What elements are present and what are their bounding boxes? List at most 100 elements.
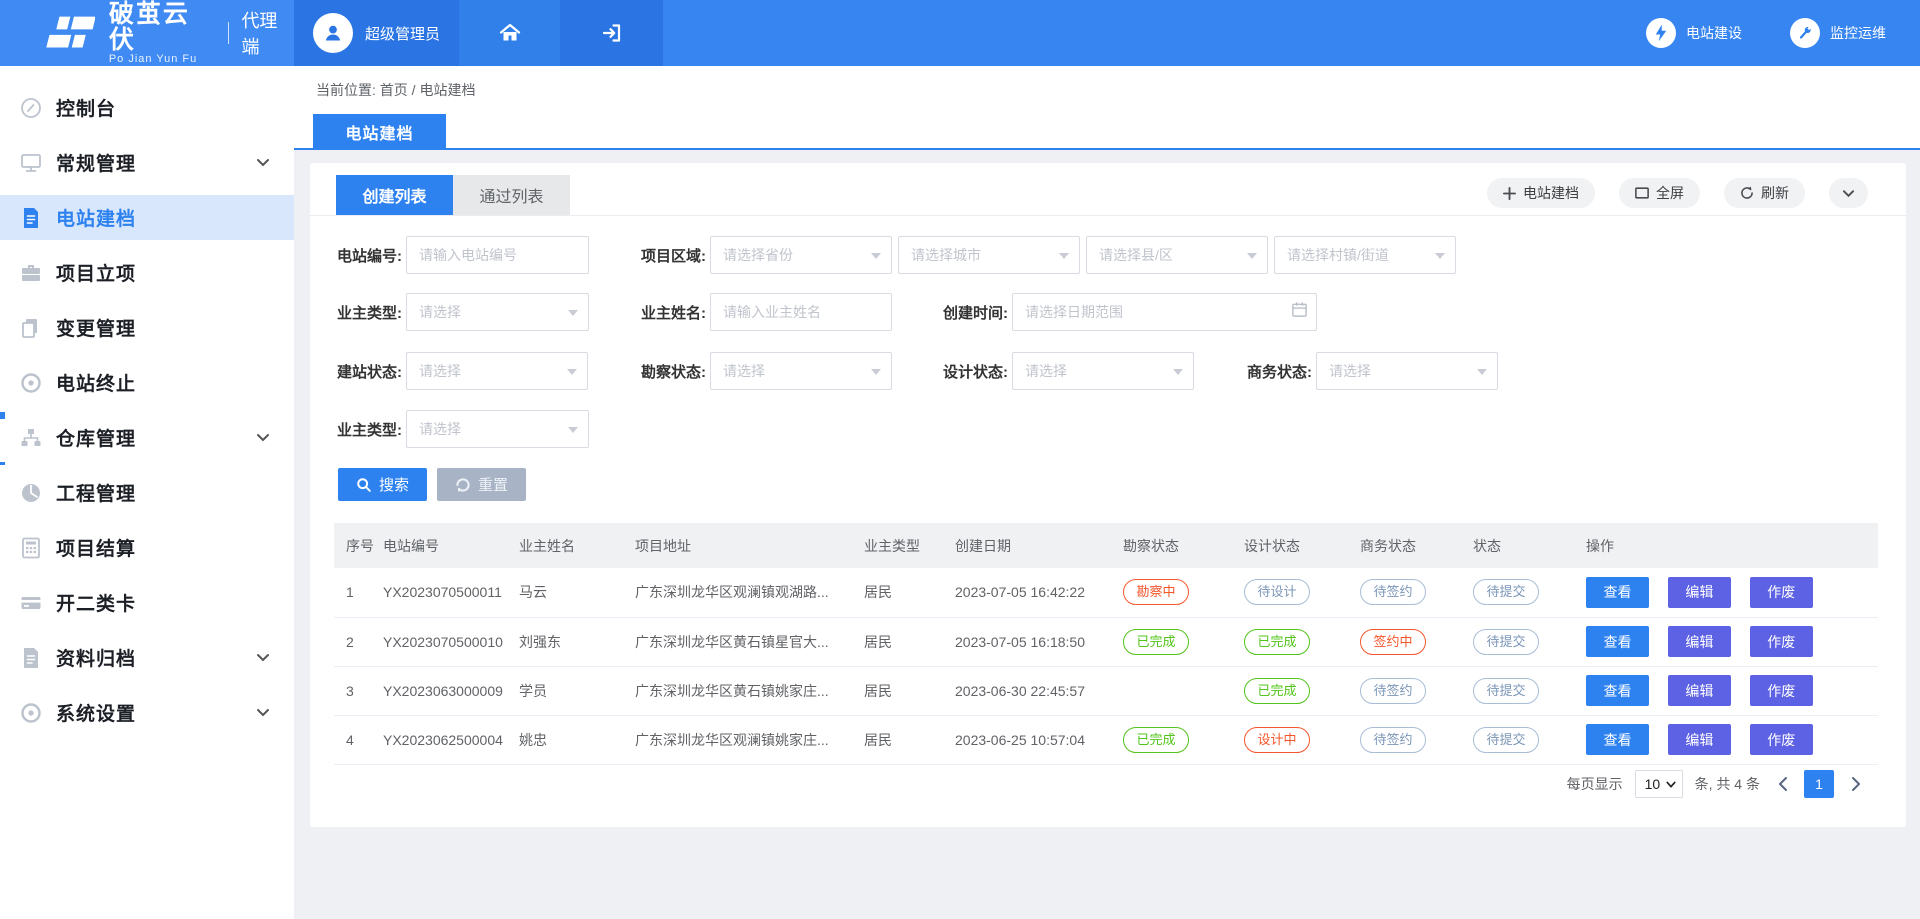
chevron-down-icon [256, 433, 270, 442]
chevron-down-icon [256, 158, 270, 167]
home-button[interactable] [459, 0, 560, 66]
view-button[interactable]: 查看 [1586, 577, 1649, 608]
fullscreen-button[interactable]: 全屏 [1619, 178, 1700, 208]
nav-station-build[interactable]: 电站建设 [1646, 18, 1742, 48]
nav-label: 电站建设 [1686, 23, 1742, 43]
breadcrumb-separator: / [412, 82, 416, 98]
table-row: 3 YX2023063000009 学员 广东深圳龙华区黄石镇姚家庄... 居民… [334, 666, 1878, 715]
sidebar-item-station-termination[interactable]: 电站终止 [0, 355, 294, 410]
view-button[interactable]: 查看 [1586, 626, 1649, 657]
sidebar-item-system-settings[interactable]: 系统设置 [0, 685, 294, 740]
void-button[interactable]: 作废 [1750, 724, 1813, 755]
edit-button[interactable]: 编辑 [1668, 577, 1731, 608]
owner-type2-select[interactable]: 请选择 [406, 410, 589, 448]
design-status-label: 设计状态: [940, 361, 1008, 382]
sidebar-item-data-archive[interactable]: 资料归档 [0, 630, 294, 685]
sidebar-item-project-settlement[interactable]: 项目结算 [0, 520, 294, 575]
business-status-badge: 待签约 [1360, 727, 1426, 753]
survey-status-badge: 勘察中 [1123, 579, 1189, 605]
business-status-badge: 待签约 [1360, 579, 1426, 605]
logo-subtitle: Po Jian Yun Fu [109, 53, 215, 65]
town-select[interactable]: 请选择村镇/街道 [1274, 236, 1456, 274]
view-button[interactable]: 查看 [1586, 675, 1649, 706]
county-select[interactable]: 请选择县/区 [1086, 236, 1268, 274]
nav-monitor-ops[interactable]: 监控运维 [1790, 18, 1886, 48]
calculator-icon [19, 536, 43, 560]
divider [228, 22, 229, 44]
sitemap-icon [19, 426, 43, 450]
search-icon [356, 477, 372, 493]
sidebar-item-project-initiation[interactable]: 项目立项 [0, 245, 294, 300]
table-header-row: 序号 电站编号 业主姓名 项目地址 业主类型 创建日期 勘察状态 设计状态 商务… [334, 523, 1878, 568]
logout-button[interactable] [560, 0, 663, 66]
sidebar-item-open-class2-card[interactable]: 开二类卡 [0, 575, 294, 630]
gauge-icon [19, 481, 43, 505]
void-button[interactable]: 作废 [1750, 626, 1813, 657]
sidebar-item-station-filing[interactable]: 电站建档 [0, 190, 294, 245]
chevron-down-icon [256, 653, 270, 662]
calendar-icon [1291, 301, 1308, 318]
sidebar-item-general-mgmt[interactable]: 常规管理 [0, 135, 294, 190]
logo-mark-icon [44, 13, 95, 53]
page-tab-station-filing[interactable]: 电站建档 [313, 114, 446, 150]
next-page-button[interactable] [1846, 774, 1866, 794]
table-row: 4 YX2023062500004 姚忠 广东深圳龙华区观澜镇姚家庄... 居民… [334, 715, 1878, 764]
owner-type-select[interactable]: 请选择 [406, 293, 589, 331]
stations-table: 序号 电站编号 业主姓名 项目地址 业主类型 创建日期 勘察状态 设计状态 商务… [334, 523, 1878, 765]
per-page-select[interactable]: 10 [1635, 770, 1683, 798]
owner-type-label: 业主类型: [334, 302, 402, 323]
city-select[interactable]: 请选择城市 [898, 236, 1080, 274]
edit-button[interactable]: 编辑 [1668, 675, 1731, 706]
edit-button[interactable]: 编辑 [1668, 626, 1731, 657]
breadcrumb-current: 电站建档 [419, 82, 475, 98]
monitor-icon [19, 151, 43, 175]
design-status-select[interactable]: 请选择 [1012, 352, 1194, 390]
search-button[interactable]: 搜索 [338, 468, 427, 501]
design-status-badge: 已完成 [1244, 678, 1310, 704]
view-button[interactable]: 查看 [1586, 724, 1649, 755]
sidebar-item-warehouse-mgmt[interactable]: 仓库管理 [0, 410, 294, 465]
refresh-button[interactable]: 刷新 [1724, 178, 1805, 208]
sidebar-scrollbar-mark [0, 412, 5, 419]
file-icon [19, 646, 43, 670]
per-page-label: 每页显示 [1567, 774, 1623, 794]
owner-name-input[interactable] [710, 293, 892, 331]
user-name: 超级管理员 [365, 23, 440, 44]
owner-type2-label: 业主类型: [334, 419, 402, 440]
void-button[interactable]: 作废 [1750, 675, 1813, 706]
build-status-select[interactable]: 请选择 [406, 352, 588, 390]
create-time-label: 创建时间: [940, 302, 1008, 323]
void-button[interactable]: 作废 [1750, 577, 1813, 608]
edit-button[interactable]: 编辑 [1668, 724, 1731, 755]
sidebar-item-engineering-mgmt[interactable]: 工程管理 [0, 465, 294, 520]
document-icon [19, 206, 43, 230]
caret-down-icon [1666, 781, 1676, 788]
refresh-icon [1740, 186, 1754, 200]
breadcrumb-home-link[interactable]: 首页 [380, 82, 408, 98]
col-actions: 操作 [1574, 523, 1878, 568]
tab-create-list[interactable]: 创建列表 [336, 175, 453, 215]
tab-passed-list[interactable]: 通过列表 [453, 175, 570, 215]
breadcrumb-band: 当前位置: 首页 / 电站建档 电站建档 [294, 66, 1920, 150]
sidebar-item-change-mgmt[interactable]: 变更管理 [0, 300, 294, 355]
province-select[interactable]: 请选择省份 [710, 236, 892, 274]
logout-icon [600, 21, 624, 45]
page-number-button[interactable]: 1 [1804, 770, 1834, 798]
reset-button[interactable]: 重置 [437, 468, 526, 501]
sidebar-item-dashboard[interactable]: 控制台 [0, 80, 294, 135]
col-type: 业主类型 [852, 523, 943, 568]
caret-down-icon [1059, 253, 1069, 259]
biz-status-label: 商务状态: [1244, 361, 1312, 382]
collapse-toolbar-button[interactable] [1829, 178, 1868, 208]
create-station-button[interactable]: 电站建档 [1487, 178, 1595, 208]
caret-down-icon [1173, 369, 1183, 375]
sidebar-scrollbar-mark [0, 462, 5, 465]
survey-status-select[interactable]: 请选择 [710, 352, 892, 390]
current-user[interactable]: 超级管理员 [294, 0, 459, 66]
prev-page-button[interactable] [1772, 774, 1792, 794]
caret-down-icon [567, 369, 577, 375]
station-no-input[interactable] [406, 236, 589, 274]
biz-status-select[interactable]: 请选择 [1316, 352, 1498, 390]
date-range-input[interactable] [1012, 293, 1317, 331]
chevron-down-icon [256, 708, 270, 717]
